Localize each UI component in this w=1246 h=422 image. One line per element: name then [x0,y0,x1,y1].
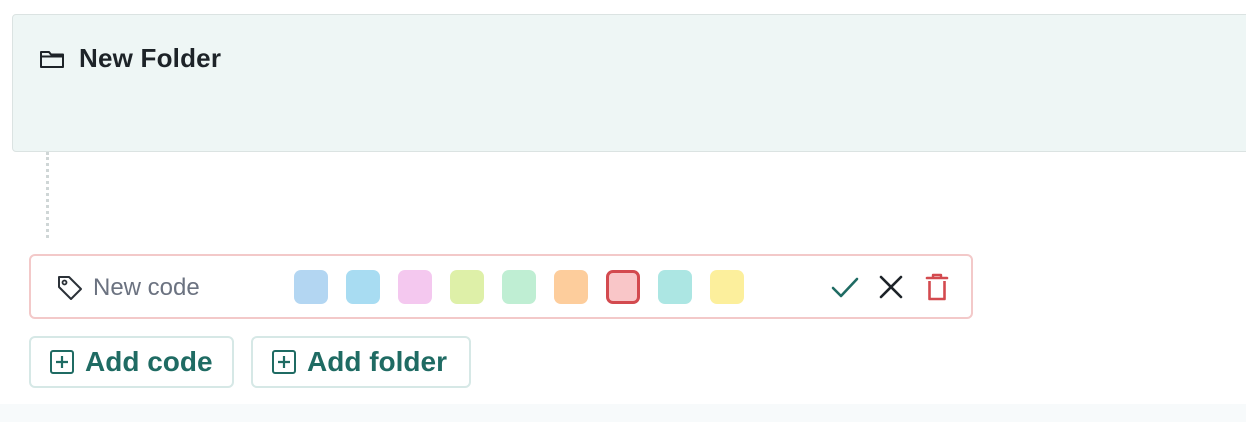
color-swatch-yellow[interactable] [710,270,744,304]
close-icon [877,273,905,301]
delete-button[interactable] [921,270,953,304]
color-swatch-rose[interactable] [606,270,640,304]
add-folder-label: Add folder [307,346,447,377]
folder-icon [39,46,65,72]
color-swatch-picker [294,270,744,304]
tree-connector-line [46,152,49,238]
plus-square-icon [271,349,297,375]
color-swatch-sky[interactable] [346,270,380,304]
new-code-editor [29,254,973,319]
tag-icon [55,273,85,303]
color-swatch-pink[interactable] [398,270,432,304]
add-code-label: Add code [85,346,213,377]
trash-icon [925,272,949,302]
add-code-button[interactable]: Add code [29,336,234,388]
plus-square-icon [49,349,75,375]
check-icon [830,272,860,302]
folder-header: New Folder [39,43,221,74]
code-name-input[interactable] [91,269,285,307]
add-folder-button[interactable]: Add folder [251,336,471,388]
color-swatch-blue[interactable] [294,270,328,304]
color-swatch-lime[interactable] [450,270,484,304]
code-editor-actions [829,270,953,304]
color-swatch-orange[interactable] [554,270,588,304]
folder-title: New Folder [79,43,222,73]
color-swatch-mint[interactable] [502,270,536,304]
color-swatch-teal[interactable] [658,270,692,304]
cancel-button[interactable] [875,270,907,304]
confirm-button[interactable] [829,270,861,304]
folder-card[interactable]: New Folder [12,14,1246,152]
code-tree-panel: New Folder New code Add code Add folder [0,0,1246,404]
